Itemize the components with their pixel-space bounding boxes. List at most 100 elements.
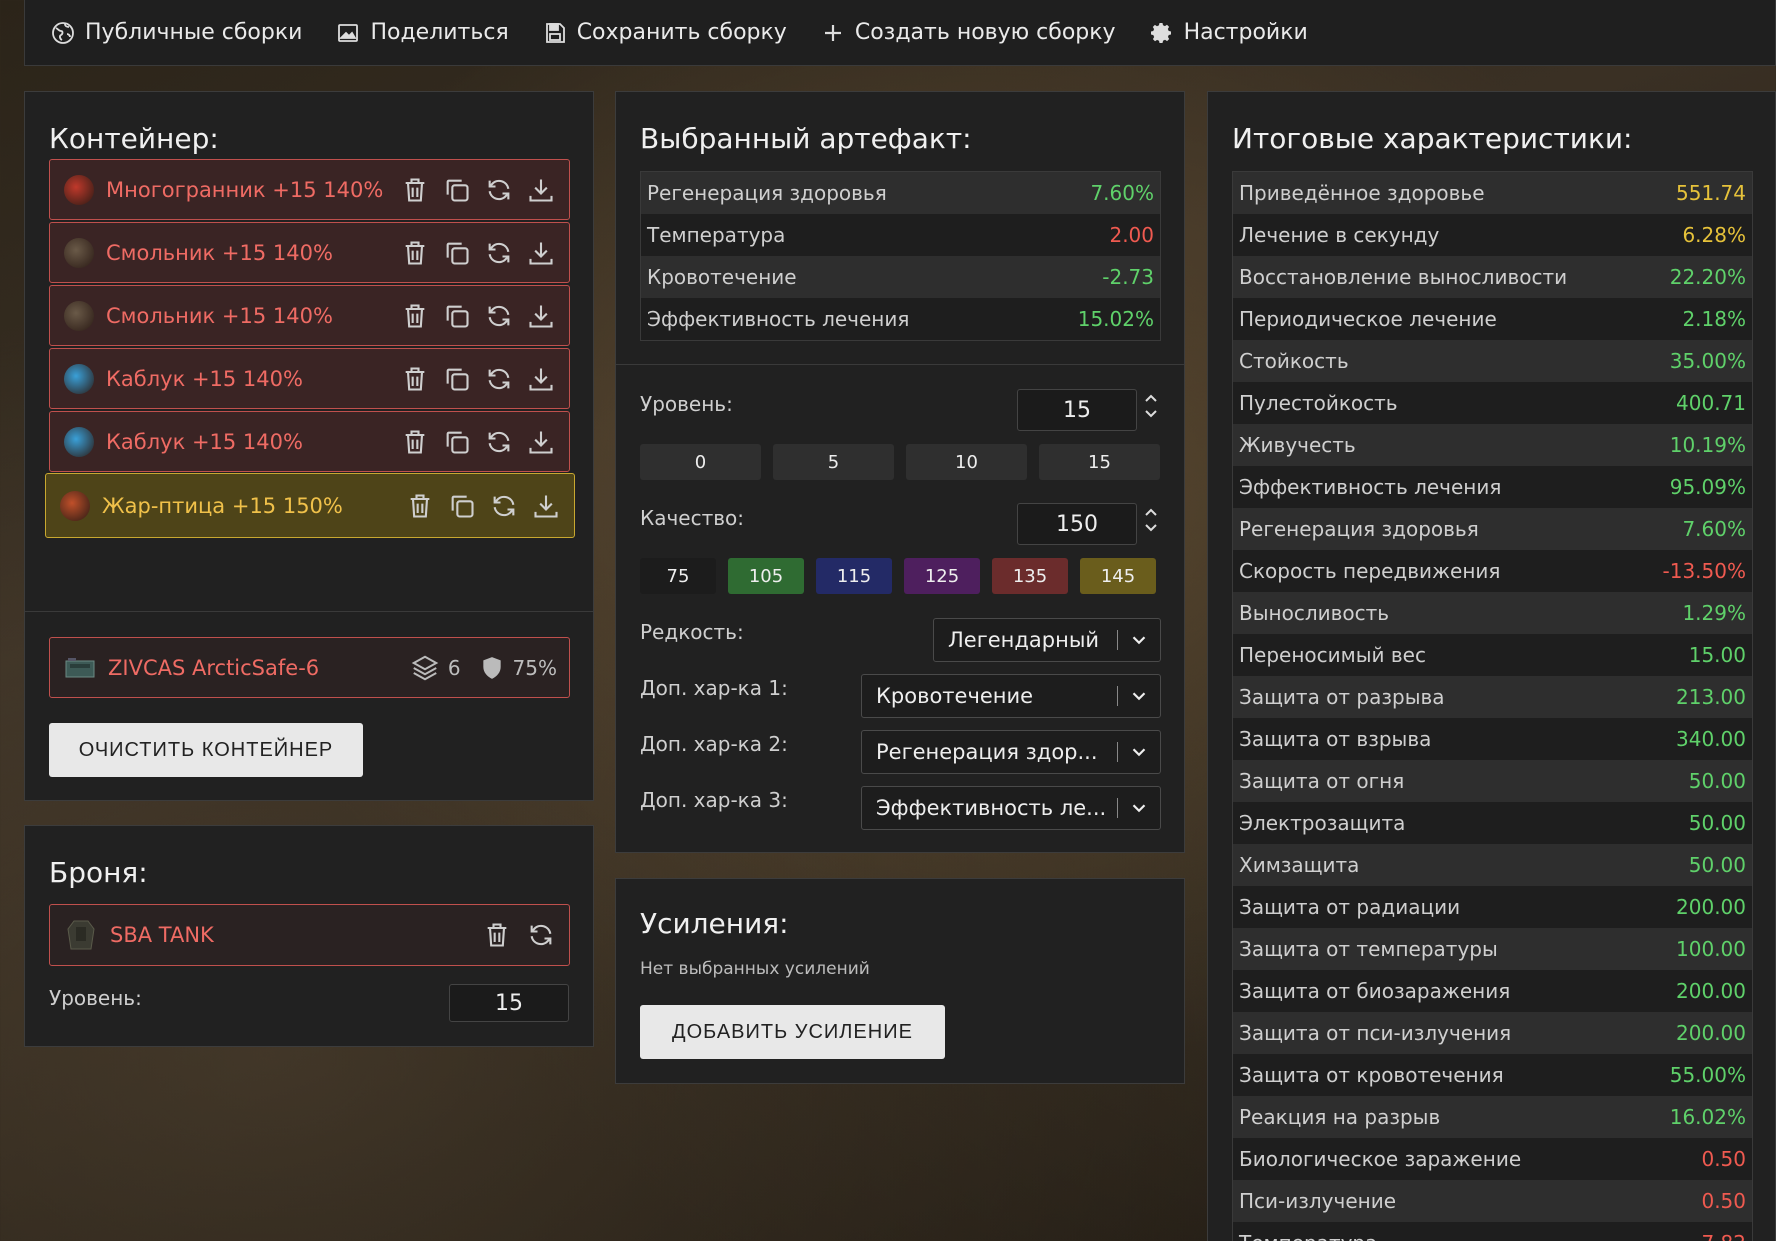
download-icon[interactable] — [527, 176, 555, 204]
add-boost-button[interactable]: ДОБАВИТЬ УСИЛЕНИЕ — [640, 1005, 945, 1059]
level-preset-button[interactable]: 0 — [640, 444, 761, 480]
quality-preset-button[interactable]: 145 — [1080, 558, 1156, 594]
clear-container-button[interactable]: ОЧИСТИТЬ КОНТЕЙНЕР — [49, 723, 363, 777]
refresh-icon[interactable] — [485, 428, 513, 456]
trash-icon[interactable] — [401, 365, 429, 393]
trash-icon[interactable] — [483, 921, 511, 949]
copy-icon[interactable] — [448, 492, 476, 520]
globe-icon — [52, 21, 74, 44]
stat-value: 2.00 — [1109, 223, 1154, 247]
nav-save-build[interactable]: Сохранить сборку — [543, 20, 787, 45]
container-artifact-slot[interactable]: Каблук +15 140% — [49, 411, 570, 472]
total-stat-row: Защита от кровотечения 55.00% — [1233, 1054, 1752, 1096]
refresh-icon[interactable] — [485, 302, 513, 330]
download-icon[interactable] — [527, 239, 555, 267]
total-stat-row: Защита от радиации 200.00 — [1233, 886, 1752, 928]
slot-actions — [401, 176, 555, 204]
stat-value: 213.00 — [1676, 685, 1746, 709]
total-stat-row: Выносливость 1.29% — [1233, 592, 1752, 634]
armor-level-input[interactable]: 15 — [449, 984, 569, 1022]
refresh-icon[interactable] — [485, 239, 513, 267]
extra1-select[interactable]: Кровотечение — [861, 674, 1161, 718]
stat-value: 6.28% — [1682, 223, 1746, 247]
level-preset-button[interactable]: 10 — [906, 444, 1027, 480]
stat-value: 200.00 — [1676, 895, 1746, 919]
total-stat-row: Пси-излучение 0.50 — [1233, 1180, 1752, 1222]
trash-icon[interactable] — [401, 302, 429, 330]
case-slot-count: 6 — [447, 655, 461, 680]
totals-title: Итоговые характеристики: — [1232, 122, 1633, 155]
chevron-up-icon[interactable] — [1143, 391, 1159, 405]
artifact-stat-row: Регенерация здоровья 7.60% — [641, 172, 1160, 214]
stat-name: Пси-излучение — [1239, 1189, 1397, 1213]
container-artifact-slot[interactable]: Жар-птица +15 150% — [45, 473, 575, 538]
extra2-value: Регенерация здор... — [876, 740, 1098, 764]
container-artifact-slot[interactable]: Смольник +15 140% — [49, 222, 570, 283]
nav-public-builds[interactable]: Публичные сборки — [51, 20, 302, 45]
container-artifact-slot[interactable]: Смольник +15 140% — [49, 285, 570, 346]
nav-new-build[interactable]: Создать новую сборку — [821, 20, 1116, 45]
quality-preset-button[interactable]: 105 — [728, 558, 804, 594]
container-artifact-slot[interactable]: Каблук +15 140% — [49, 348, 570, 409]
quality-preset-button[interactable]: 125 — [904, 558, 980, 594]
chevron-down-icon[interactable] — [1143, 521, 1159, 535]
copy-icon[interactable] — [443, 176, 471, 204]
chevron-down-icon[interactable] — [1143, 407, 1159, 421]
container-title: Контейнер: — [49, 122, 219, 155]
artifact-quality-input[interactable]: 150 — [1017, 503, 1137, 545]
nav-settings[interactable]: Настройки — [1150, 20, 1308, 45]
trash-icon[interactable] — [401, 176, 429, 204]
stat-name: Скорость передвижения — [1239, 559, 1501, 583]
total-stat-row: Химзащита 50.00 — [1233, 844, 1752, 886]
quality-spinner[interactable] — [1143, 505, 1159, 535]
level-preset-button[interactable]: 5 — [773, 444, 894, 480]
stat-value: 16.02% — [1669, 1105, 1746, 1129]
refresh-icon[interactable] — [527, 921, 555, 949]
slot-actions — [401, 239, 555, 267]
gear-icon — [1150, 22, 1171, 43]
copy-icon[interactable] — [443, 302, 471, 330]
level-spinner[interactable] — [1143, 391, 1159, 421]
download-icon[interactable] — [527, 302, 555, 330]
trash-icon[interactable] — [401, 239, 429, 267]
refresh-icon[interactable] — [490, 492, 518, 520]
download-icon[interactable] — [527, 428, 555, 456]
rarity-select[interactable]: Легендарный — [933, 618, 1161, 662]
trash-icon[interactable] — [406, 492, 434, 520]
armor-slot[interactable]: SBA TANK — [49, 904, 570, 966]
artifact-level-input[interactable]: 15 — [1017, 389, 1137, 431]
extra2-select[interactable]: Регенерация здор... — [861, 730, 1161, 774]
stat-value: 551.74 — [1676, 181, 1746, 205]
level-preset-button[interactable]: 15 — [1039, 444, 1160, 480]
chevron-down-icon — [1132, 748, 1146, 757]
artifact-icon — [60, 490, 90, 521]
extra3-select[interactable]: Эффективность ле... — [861, 786, 1161, 830]
copy-icon[interactable] — [443, 239, 471, 267]
case-meta: 6 75% — [410, 653, 557, 683]
total-stat-row: Периодическое лечение 2.18% — [1233, 298, 1752, 340]
nav-share[interactable]: Поделиться — [336, 20, 509, 45]
case-icon — [65, 657, 95, 677]
container-artifact-slot[interactable]: Многогранник +15 140% — [49, 159, 570, 220]
chevron-down-icon — [1132, 804, 1146, 813]
stat-name: Температура — [647, 223, 786, 247]
download-icon[interactable] — [532, 492, 560, 520]
stat-name: Защита от кровотечения — [1239, 1063, 1504, 1087]
total-stat-row: Пулестойкость 400.71 — [1233, 382, 1752, 424]
quality-preset-button[interactable]: 115 — [816, 558, 892, 594]
stat-value: 22.20% — [1669, 265, 1746, 289]
refresh-icon[interactable] — [485, 176, 513, 204]
total-stat-row: Реакция на разрыв 16.02% — [1233, 1096, 1752, 1138]
refresh-icon[interactable] — [485, 365, 513, 393]
artifact-title: Выбранный артефакт: — [640, 122, 972, 155]
copy-icon[interactable] — [443, 365, 471, 393]
container-case-slot[interactable]: ZIVCAS ArcticSafe-6 6 75% — [49, 637, 570, 698]
quality-preset-button[interactable]: 75 — [640, 558, 716, 594]
trash-icon[interactable] — [401, 428, 429, 456]
chevron-up-icon[interactable] — [1143, 505, 1159, 519]
quality-preset-button[interactable]: 135 — [992, 558, 1068, 594]
download-icon[interactable] — [527, 365, 555, 393]
copy-icon[interactable] — [443, 428, 471, 456]
stat-value: -2.73 — [1102, 265, 1154, 289]
stat-value: 400.71 — [1676, 391, 1746, 415]
